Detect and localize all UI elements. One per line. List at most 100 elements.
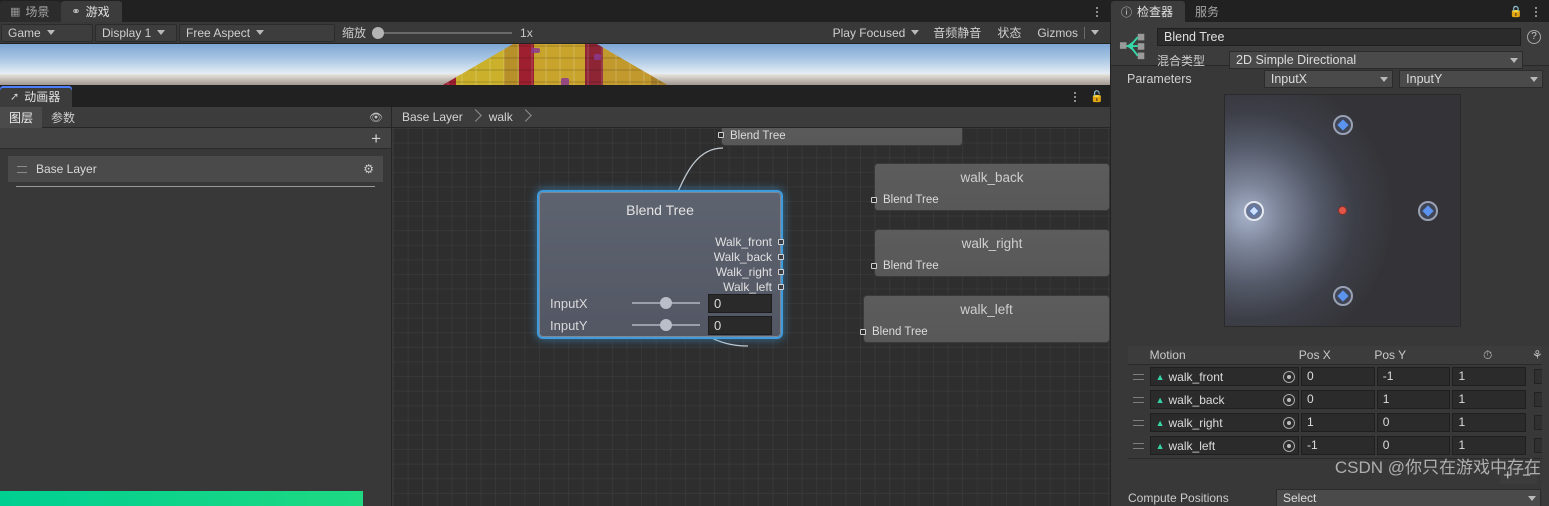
motion-field[interactable]: ▲ walk_back — [1149, 390, 1299, 409]
param-slider-knob[interactable] — [660, 319, 672, 331]
state-node-walk-back[interactable]: walk_back Blend Tree — [871, 163, 1110, 211]
state-node-blend-tree[interactable]: Blend Tree — [718, 128, 963, 146]
compute-positions-dropdown[interactable]: Select — [1276, 489, 1541, 506]
state-node-subtitle: Blend Tree — [872, 326, 928, 338]
breadcrumb-base-layer[interactable]: Base Layer — [402, 110, 463, 124]
layer-row-base-layer[interactable]: Base Layer ⚙ — [8, 156, 383, 187]
object-picker-icon[interactable] — [1282, 393, 1295, 406]
animator-graph-canvas[interactable]: Blend Tree walk_back Blend Tree walk_rig… — [393, 128, 1110, 506]
blend-type-dropdown[interactable]: 2D Simple Directional — [1229, 51, 1523, 69]
gizmos-dropdown[interactable]: Gizmos — [1030, 24, 1104, 42]
pos-y-field[interactable]: 0 — [1376, 413, 1451, 432]
output-dot[interactable] — [778, 254, 784, 260]
pos-x-field[interactable]: 1 — [1300, 413, 1375, 432]
plus-icon[interactable]: + — [371, 130, 381, 147]
tab-inspector[interactable]: ⓘ 检查器 — [1111, 1, 1186, 22]
node-input-dot[interactable] — [860, 329, 866, 335]
table-row[interactable]: ▲ walk_front 0 -1 1 — [1128, 365, 1549, 388]
blend-point-walk-front[interactable] — [1332, 285, 1353, 306]
blend-tree-output-walk-back[interactable]: Walk_back — [714, 250, 784, 264]
motion-field[interactable]: ▲ walk_left — [1149, 436, 1299, 455]
param-value-field[interactable]: 0 — [708, 293, 772, 313]
scale-slider-knob[interactable] — [372, 26, 385, 39]
chevron-down-icon — [1091, 30, 1099, 35]
breadcrumb: Base Layer walk — [392, 107, 1110, 127]
mute-audio-button[interactable]: 音频静音 — [926, 24, 988, 42]
blend-graph-2d[interactable] — [1224, 94, 1461, 327]
blend-tree-output-walk-front[interactable]: Walk_front — [715, 235, 784, 249]
game-tabstrip: ▦ 场景 ⚭ 游戏 — [0, 0, 1110, 22]
speed-field[interactable]: 1 — [1452, 367, 1527, 386]
lock-icon[interactable]: 🔒 — [1509, 1, 1523, 22]
drag-handle-icon[interactable] — [17, 165, 27, 173]
pos-x-field[interactable]: 0 — [1300, 390, 1375, 409]
tab-services[interactable]: 服务 — [1185, 1, 1232, 22]
inspector-scrollbar[interactable] — [1542, 346, 1549, 506]
speed-field[interactable]: 1 — [1452, 390, 1527, 409]
game-panel-menu-icon[interactable] — [1088, 1, 1106, 22]
object-picker-icon[interactable] — [1282, 439, 1295, 452]
row-drag-handle[interactable] — [1128, 442, 1150, 449]
animator-panel-menu-icon[interactable] — [1066, 86, 1084, 107]
speed-field[interactable]: 1 — [1452, 413, 1527, 432]
parameters-label: Parameters — [1127, 72, 1192, 86]
row-drag-handle[interactable] — [1128, 396, 1150, 403]
table-row[interactable]: ▲ walk_right 1 0 1 — [1128, 411, 1549, 434]
row-drag-handle[interactable] — [1128, 373, 1150, 380]
scale-slider[interactable]: 1x — [372, 26, 537, 40]
tab-scene[interactable]: ▦ 场景 — [0, 1, 62, 22]
play-mode-dropdown[interactable]: Play Focused — [826, 24, 925, 42]
row-drag-handle[interactable] — [1128, 419, 1150, 426]
tab-animator[interactable]: ➚ 动画器 — [0, 86, 73, 107]
parameter-x-dropdown[interactable]: InputX — [1263, 70, 1394, 88]
param-slider-knob[interactable] — [660, 297, 672, 309]
motion-name: walk_left — [1168, 438, 1216, 453]
param-slider-track[interactable] — [632, 297, 700, 309]
tab-game[interactable]: ⚭ 游戏 — [61, 1, 122, 22]
blend-tree-output-walk-right[interactable]: Walk_right — [716, 265, 784, 279]
asset-name-field[interactable]: Blend Tree — [1157, 28, 1521, 46]
output-dot[interactable] — [778, 269, 784, 275]
output-dot[interactable] — [778, 239, 784, 245]
blend-point-walk-left[interactable] — [1244, 200, 1265, 221]
pos-x-field[interactable]: 0 — [1300, 367, 1375, 386]
blend-point-walk-back[interactable] — [1332, 115, 1353, 136]
display-dropdown[interactable]: Display 1 — [95, 23, 177, 42]
table-row[interactable]: ▲ walk_back 0 1 1 — [1128, 388, 1549, 411]
blend-graph-cursor[interactable] — [1338, 206, 1347, 215]
object-picker-icon[interactable] — [1282, 370, 1295, 383]
output-dot[interactable] — [778, 284, 784, 290]
param-value-field[interactable]: 0 — [708, 315, 772, 335]
node-input-dot[interactable] — [871, 263, 877, 269]
state-node-walk-right[interactable]: walk_right Blend Tree — [871, 229, 1110, 277]
chevron-down-icon — [1380, 76, 1389, 82]
gear-icon[interactable]: ⚙ — [363, 162, 374, 176]
breadcrumb-walk[interactable]: walk — [489, 110, 513, 124]
game-mode-dropdown[interactable]: Game — [1, 23, 93, 42]
node-input-dot[interactable] — [871, 197, 877, 203]
subtab-parameters[interactable]: 参数 — [42, 107, 84, 128]
eye-icon[interactable]: 👁 — [369, 111, 383, 124]
blend-point-walk-right[interactable] — [1418, 200, 1439, 221]
add-layer-row[interactable]: + — [0, 128, 391, 149]
pos-y-field[interactable]: -1 — [1376, 367, 1451, 386]
inspector-menu-icon[interactable] — [1527, 1, 1545, 22]
subtab-layers[interactable]: 图层 — [0, 106, 43, 128]
motion-field[interactable]: ▲ walk_front — [1149, 367, 1299, 386]
object-picker-icon[interactable] — [1282, 416, 1295, 429]
param-slider-track[interactable] — [632, 319, 700, 331]
animator-lock-icon[interactable]: 🔓 — [1090, 86, 1104, 107]
parameter-y-dropdown[interactable]: InputY — [1399, 70, 1544, 88]
motion-field[interactable]: ▲ walk_right — [1149, 413, 1299, 432]
stats-button[interactable]: 状态 — [990, 24, 1028, 42]
pos-y-field[interactable]: 1 — [1376, 390, 1451, 409]
aspect-dropdown[interactable]: Free Aspect — [179, 23, 335, 42]
blend-tree-param-inputy[interactable]: InputY 0 — [550, 314, 772, 336]
node-input-dot[interactable] — [718, 132, 724, 138]
blend-tree-param-inputx[interactable]: InputX 0 — [550, 292, 772, 314]
state-node-walk-left[interactable]: walk_left Blend Tree — [860, 295, 1110, 343]
tab-inspector-label: 检查器 — [1137, 5, 1174, 19]
help-icon[interactable]: ? — [1527, 30, 1541, 44]
scale-slider-track[interactable] — [372, 26, 513, 39]
blend-tree-node[interactable]: Blend Tree Walk_front Walk_back Walk_rig… — [539, 192, 784, 337]
